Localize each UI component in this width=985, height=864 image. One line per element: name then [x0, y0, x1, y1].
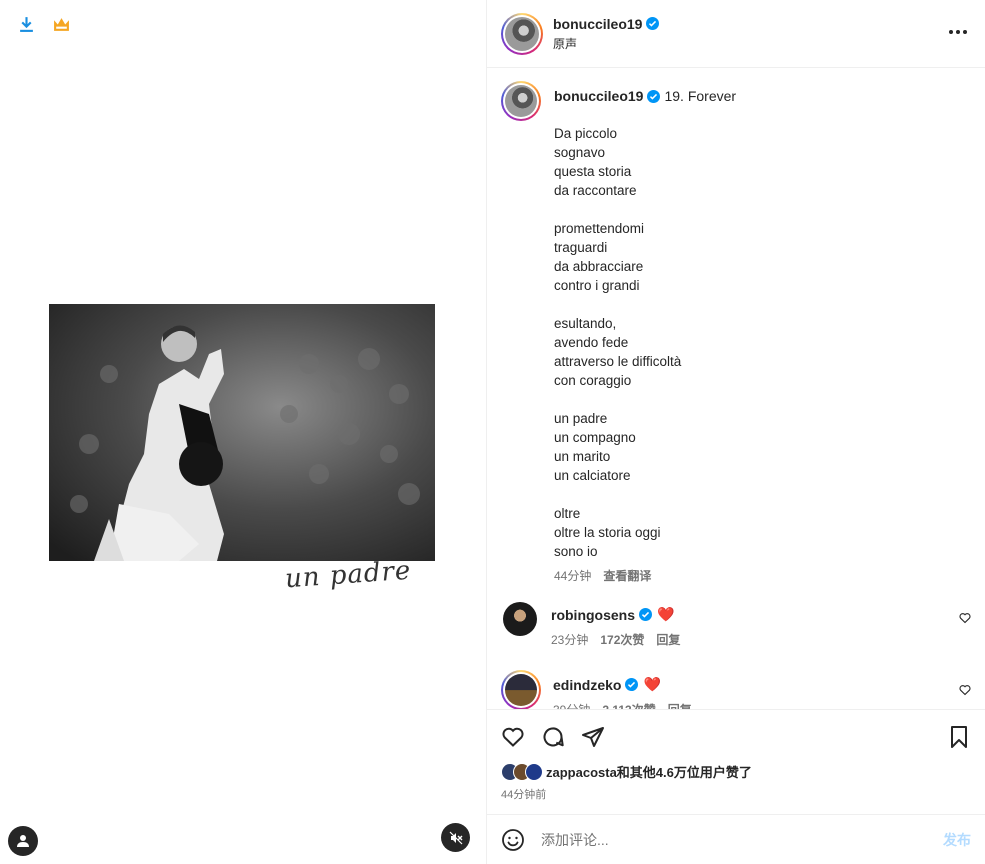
comment-icon[interactable] — [541, 725, 565, 749]
comment-time[interactable]: 23分钟 — [551, 631, 588, 648]
comment-username[interactable]: edindzeko — [553, 677, 639, 693]
comment-username-text[interactable]: edindzeko — [553, 677, 621, 693]
comment-avatar[interactable] — [501, 670, 541, 709]
comment-input[interactable]: 添加评论... — [541, 830, 943, 850]
author-username-text[interactable]: bonuccileo19 — [553, 16, 642, 32]
post-sidebar: bonuccileo19 原声 bonuccileo19 19. Forever… — [486, 0, 985, 864]
caption-title: 19. Forever — [664, 88, 737, 104]
comment-likes[interactable]: 172次赞 — [600, 631, 644, 648]
crown-icon[interactable] — [53, 16, 70, 33]
save-bookmark-icon[interactable] — [947, 725, 971, 749]
comment-username[interactable]: robingosens — [551, 607, 653, 623]
more-options-icon[interactable] — [949, 30, 967, 34]
image-overlay-text: un padre — [284, 555, 413, 595]
caption-username-text[interactable]: bonuccileo19 — [554, 88, 643, 104]
caption-username[interactable]: bonuccileo19 — [554, 88, 661, 104]
liker-avatars — [501, 762, 543, 781]
player-photo-image — [49, 304, 435, 561]
likes-text[interactable]: zappacosta和其他4.6万位用户赞了 — [546, 762, 752, 781]
caption-time[interactable]: 44分钟 — [554, 567, 591, 584]
reply-button[interactable]: 回复 — [668, 701, 692, 709]
share-icon[interactable] — [581, 725, 605, 749]
caption-avatar[interactable] — [501, 81, 541, 121]
audio-label[interactable]: 原声 — [553, 35, 659, 52]
caption-body: Da piccolo sognavo questa storia da racc… — [554, 126, 682, 559]
verified-badge-icon — [647, 89, 661, 103]
comment-username-text[interactable]: robingosens — [551, 607, 635, 623]
comment-time[interactable]: 39分钟 — [553, 701, 590, 709]
heart-emoji: ❤️ — [643, 676, 661, 692]
see-translation-link[interactable]: 查看翻译 — [603, 567, 651, 584]
like-heart-icon[interactable] — [501, 725, 525, 749]
emoji-icon[interactable] — [501, 828, 525, 852]
comment-item: edindzeko ❤️ 39分钟 2,113次赞 回复 — [487, 670, 985, 709]
post-photo[interactable] — [49, 304, 435, 561]
comment-item: robingosens ❤️ 23分钟 172次赞 回复 — [487, 602, 985, 648]
media-pane: un padre — [0, 0, 486, 864]
media-toolbar — [18, 16, 70, 33]
comment-avatar[interactable] — [503, 602, 537, 636]
comments-scroll-area[interactable]: bonuccileo19 19. Forever Da piccolo sogn… — [487, 69, 985, 709]
verified-badge-icon — [646, 17, 660, 30]
post-comment-button[interactable]: 发布 — [943, 830, 971, 850]
comment-like-heart-icon[interactable] — [959, 684, 971, 696]
post-time[interactable]: 44分钟前 — [501, 786, 971, 802]
comment-likes[interactable]: 2,113次赞 — [602, 701, 655, 709]
verified-badge-icon — [639, 608, 653, 621]
avatar[interactable] — [501, 12, 543, 55]
comment-composer: 添加评论... 发布 — [487, 814, 985, 864]
author-username[interactable]: bonuccileo19 — [553, 16, 660, 32]
post-header: bonuccileo19 原声 — [487, 0, 985, 68]
mute-button[interactable] — [441, 823, 470, 852]
post-actions: zappacosta和其他4.6万位用户赞了 44分钟前 — [487, 709, 985, 814]
muted-speaker-icon — [449, 831, 462, 844]
comment-like-heart-icon[interactable] — [959, 612, 971, 624]
download-icon[interactable] — [18, 16, 35, 33]
heart-emoji: ❤️ — [657, 606, 675, 622]
user-icon — [17, 835, 29, 847]
likes-summary[interactable]: zappacosta和其他4.6万位用户赞了 — [501, 762, 971, 781]
user-tag-button[interactable] — [8, 826, 38, 856]
reply-button[interactable]: 回复 — [656, 631, 680, 648]
caption: bonuccileo19 19. Forever Da piccolo sogn… — [487, 69, 985, 584]
verified-badge-icon — [625, 678, 639, 691]
